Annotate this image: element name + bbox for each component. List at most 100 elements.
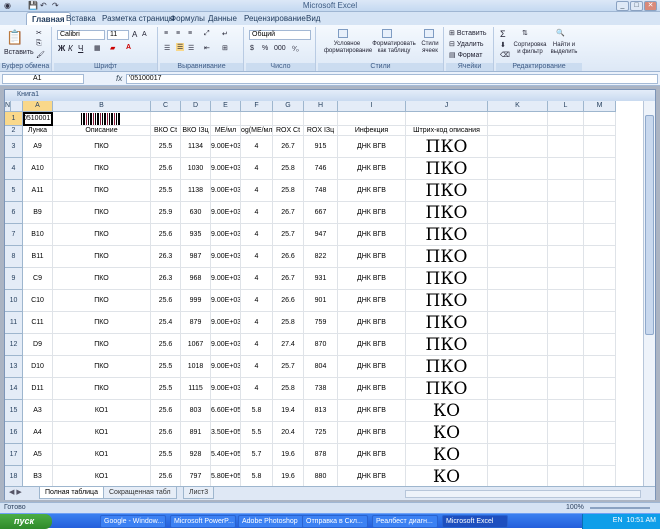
data-cell[interactable]: 25.8	[273, 378, 304, 400]
data-cell[interactable]: A3	[23, 400, 53, 422]
close-button[interactable]: ✕	[644, 1, 657, 11]
data-cell[interactable]: 4	[241, 246, 273, 268]
data-cell[interactable]: ДНК ВГВ	[338, 180, 406, 202]
delete-cells-button[interactable]: ⊟ Удалить	[449, 40, 484, 48]
align-bottom-icon[interactable]: ≡	[188, 30, 192, 37]
data-cell[interactable]: ДНК ВГВ	[338, 136, 406, 158]
data-cell[interactable]: 1030	[181, 158, 211, 180]
empty-cell[interactable]	[548, 180, 584, 202]
data-cell[interactable]: 1115	[181, 378, 211, 400]
empty-cell[interactable]	[584, 224, 616, 246]
data-cell[interactable]: КО1	[53, 466, 151, 486]
data-cell[interactable]: 1018	[181, 356, 211, 378]
data-cell[interactable]: 19.4	[273, 400, 304, 422]
data-cell[interactable]: 667	[304, 202, 338, 224]
empty-cell[interactable]	[584, 180, 616, 202]
font-name-combo[interactable]: Calibri	[57, 30, 105, 40]
empty-cell[interactable]	[584, 126, 616, 136]
data-cell[interactable]: 26.7	[273, 136, 304, 158]
data-cell[interactable]: 4	[241, 202, 273, 224]
empty-cell[interactable]	[488, 180, 548, 202]
data-cell[interactable]: ДНК ВГВ	[338, 400, 406, 422]
data-cell[interactable]: 5.7	[241, 444, 273, 466]
data-cell[interactable]: 9.00E+03	[211, 136, 241, 158]
data-cell[interactable]: 968	[181, 268, 211, 290]
data-cell[interactable]: 804	[304, 356, 338, 378]
data-cell[interactable]: 25.6	[151, 334, 181, 356]
data-cell[interactable]: 25.6	[151, 224, 181, 246]
data-cell[interactable]: ДНК ВГВ	[338, 312, 406, 334]
clear-icon[interactable]: ⌫	[500, 51, 510, 59]
data-cell[interactable]: 25.5	[151, 136, 181, 158]
column-header[interactable]: M	[584, 101, 616, 112]
data-cell[interactable]: 19.6	[273, 466, 304, 486]
data-cell[interactable]: 9.00E+03	[211, 356, 241, 378]
barcode-cell[interactable]	[53, 112, 151, 126]
data-cell[interactable]: 25.7	[273, 356, 304, 378]
row-header[interactable]: 2	[5, 126, 23, 136]
row-header[interactable]: 10	[5, 290, 23, 312]
percent-button[interactable]: %	[262, 45, 268, 52]
thousands-button[interactable]: 000	[274, 45, 286, 52]
copy-icon[interactable]: ⎘	[36, 40, 42, 48]
data-cell[interactable]: ДНК ВГВ	[338, 422, 406, 444]
barcode-text-cell[interactable]: ПКО	[406, 378, 488, 400]
data-cell[interactable]: 25.8	[273, 312, 304, 334]
column-header[interactable]: D	[181, 101, 211, 112]
data-cell[interactable]: ПКО	[53, 158, 151, 180]
underline-button[interactable]: Ч	[78, 44, 83, 53]
data-cell[interactable]: A5	[23, 444, 53, 466]
column-header[interactable]: H	[304, 101, 338, 112]
data-cell[interactable]: 25.4	[151, 312, 181, 334]
currency-button[interactable]: $	[250, 45, 254, 52]
empty-cell[interactable]	[548, 356, 584, 378]
column-header[interactable]: K	[488, 101, 548, 112]
data-cell[interactable]: 25.7	[273, 224, 304, 246]
fill-icon[interactable]: ⬇	[500, 41, 506, 49]
quick-launch-icons[interactable]	[56, 515, 96, 528]
data-cell[interactable]: 931	[304, 268, 338, 290]
data-cell[interactable]: 25.5	[151, 378, 181, 400]
zoom-slider[interactable]	[590, 507, 650, 509]
data-cell[interactable]: 878	[304, 444, 338, 466]
empty-cell[interactable]	[488, 158, 548, 180]
column-header[interactable]: I	[338, 101, 406, 112]
data-cell[interactable]: 5.40E+05	[211, 444, 241, 466]
data-cell[interactable]: 26.6	[273, 290, 304, 312]
row-header[interactable]: 7	[5, 224, 23, 246]
empty-cell[interactable]	[488, 378, 548, 400]
merge-icon[interactable]: ⊞	[222, 44, 228, 52]
empty-cell[interactable]	[488, 290, 548, 312]
empty-cell[interactable]	[548, 312, 584, 334]
data-cell[interactable]: C11	[23, 312, 53, 334]
empty-cell[interactable]	[548, 378, 584, 400]
start-button[interactable]: пуск	[0, 514, 52, 529]
empty-cell[interactable]	[548, 224, 584, 246]
cell-styles-button[interactable]: Стили ячеек	[418, 41, 442, 55]
header-cell[interactable]: МЕ/мл	[211, 126, 241, 136]
empty-cell[interactable]	[151, 112, 181, 126]
data-cell[interactable]: 9.00E+03	[211, 158, 241, 180]
barcode-text-cell[interactable]: ПКО	[406, 290, 488, 312]
cut-icon[interactable]: ✂	[36, 29, 42, 37]
barcode-text-cell[interactable]: ПКО	[406, 158, 488, 180]
barcode-text-cell[interactable]: ПКО	[406, 334, 488, 356]
column-header[interactable]: F	[241, 101, 273, 112]
data-cell[interactable]: ПКО	[53, 136, 151, 158]
empty-cell[interactable]	[406, 112, 488, 126]
data-cell[interactable]: 26.7	[273, 202, 304, 224]
tab-home[interactable]: Главная	[26, 12, 71, 25]
data-cell[interactable]: 901	[304, 290, 338, 312]
find-select-icon[interactable]: 🔍	[556, 29, 565, 37]
redo-icon[interactable]: ↷	[52, 1, 59, 10]
data-cell[interactable]: 822	[304, 246, 338, 268]
find-select-button[interactable]: Найти и выделить	[548, 42, 580, 56]
empty-cell[interactable]	[548, 112, 584, 126]
italic-button[interactable]: К	[68, 44, 73, 53]
taskbar-item[interactable]: Отправка в Скл...	[302, 515, 368, 528]
empty-cell[interactable]	[488, 224, 548, 246]
tab-insert[interactable]: Вставка	[66, 14, 96, 23]
data-cell[interactable]: 813	[304, 400, 338, 422]
data-cell[interactable]: 797	[181, 466, 211, 486]
empty-cell[interactable]	[584, 466, 616, 486]
